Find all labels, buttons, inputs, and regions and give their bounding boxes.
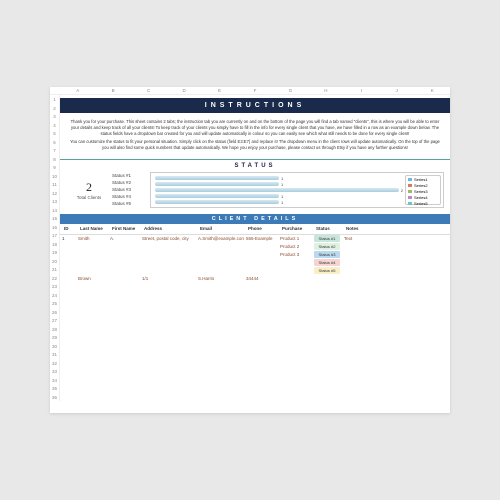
total-clients-label: Total Clients [66,195,112,200]
table-row[interactable]: Status #5 [60,267,450,275]
empty-area [60,283,450,413]
table-row[interactable]: Brown1/1S.Harris34444 [60,275,450,283]
status-heading: STATUS [60,160,450,170]
chart-legend: Series1Series2Series3Series4Series5 [405,175,441,205]
status-pill[interactable]: Status #4 [314,259,340,266]
table-row[interactable]: 1SmithA.Street, postal code, cityA.Smith… [60,235,450,243]
column-header-row: ABCDEFGHIJK [50,87,450,95]
status-labels: Status #1 Status #2 Status #3 Status #4 … [112,172,150,207]
status-row: 2 Total Clients Status #1 Status #2 Stat… [60,170,450,214]
status-pill[interactable]: Status #2 [314,243,340,250]
status-pill[interactable]: Status #5 [314,267,340,274]
client-table: ID Last Name First Name Address Email Ph… [60,224,450,283]
sheet-content: INSTRUCTIONS Thank you for your purchase… [60,98,450,412]
table-row[interactable]: Product 3Status #3 [60,251,450,259]
table-header: ID Last Name First Name Address Email Ph… [60,224,450,235]
total-clients-value: 2 [66,180,112,195]
status-chart: 11211Series1Series2Series3Series4Series5 [150,172,444,208]
client-details-banner: CLIENT DETAILS [60,214,450,224]
intro-text: Thank you for your purchase. This sheet … [60,113,450,159]
table-row[interactable]: Product 2Status #2 [60,243,450,251]
row-header-column: 1234567891011121314151617181920212223242… [50,95,60,412]
spreadsheet: ABCDEFGHIJK 1234567891011121314151617181… [50,87,450,412]
total-clients: 2 Total Clients [66,180,112,200]
table-row[interactable]: Status #4 [60,259,450,267]
status-pill[interactable]: Status #3 [314,251,340,258]
instructions-banner: INSTRUCTIONS [60,98,450,113]
status-pill[interactable]: Status #1 [314,235,340,242]
